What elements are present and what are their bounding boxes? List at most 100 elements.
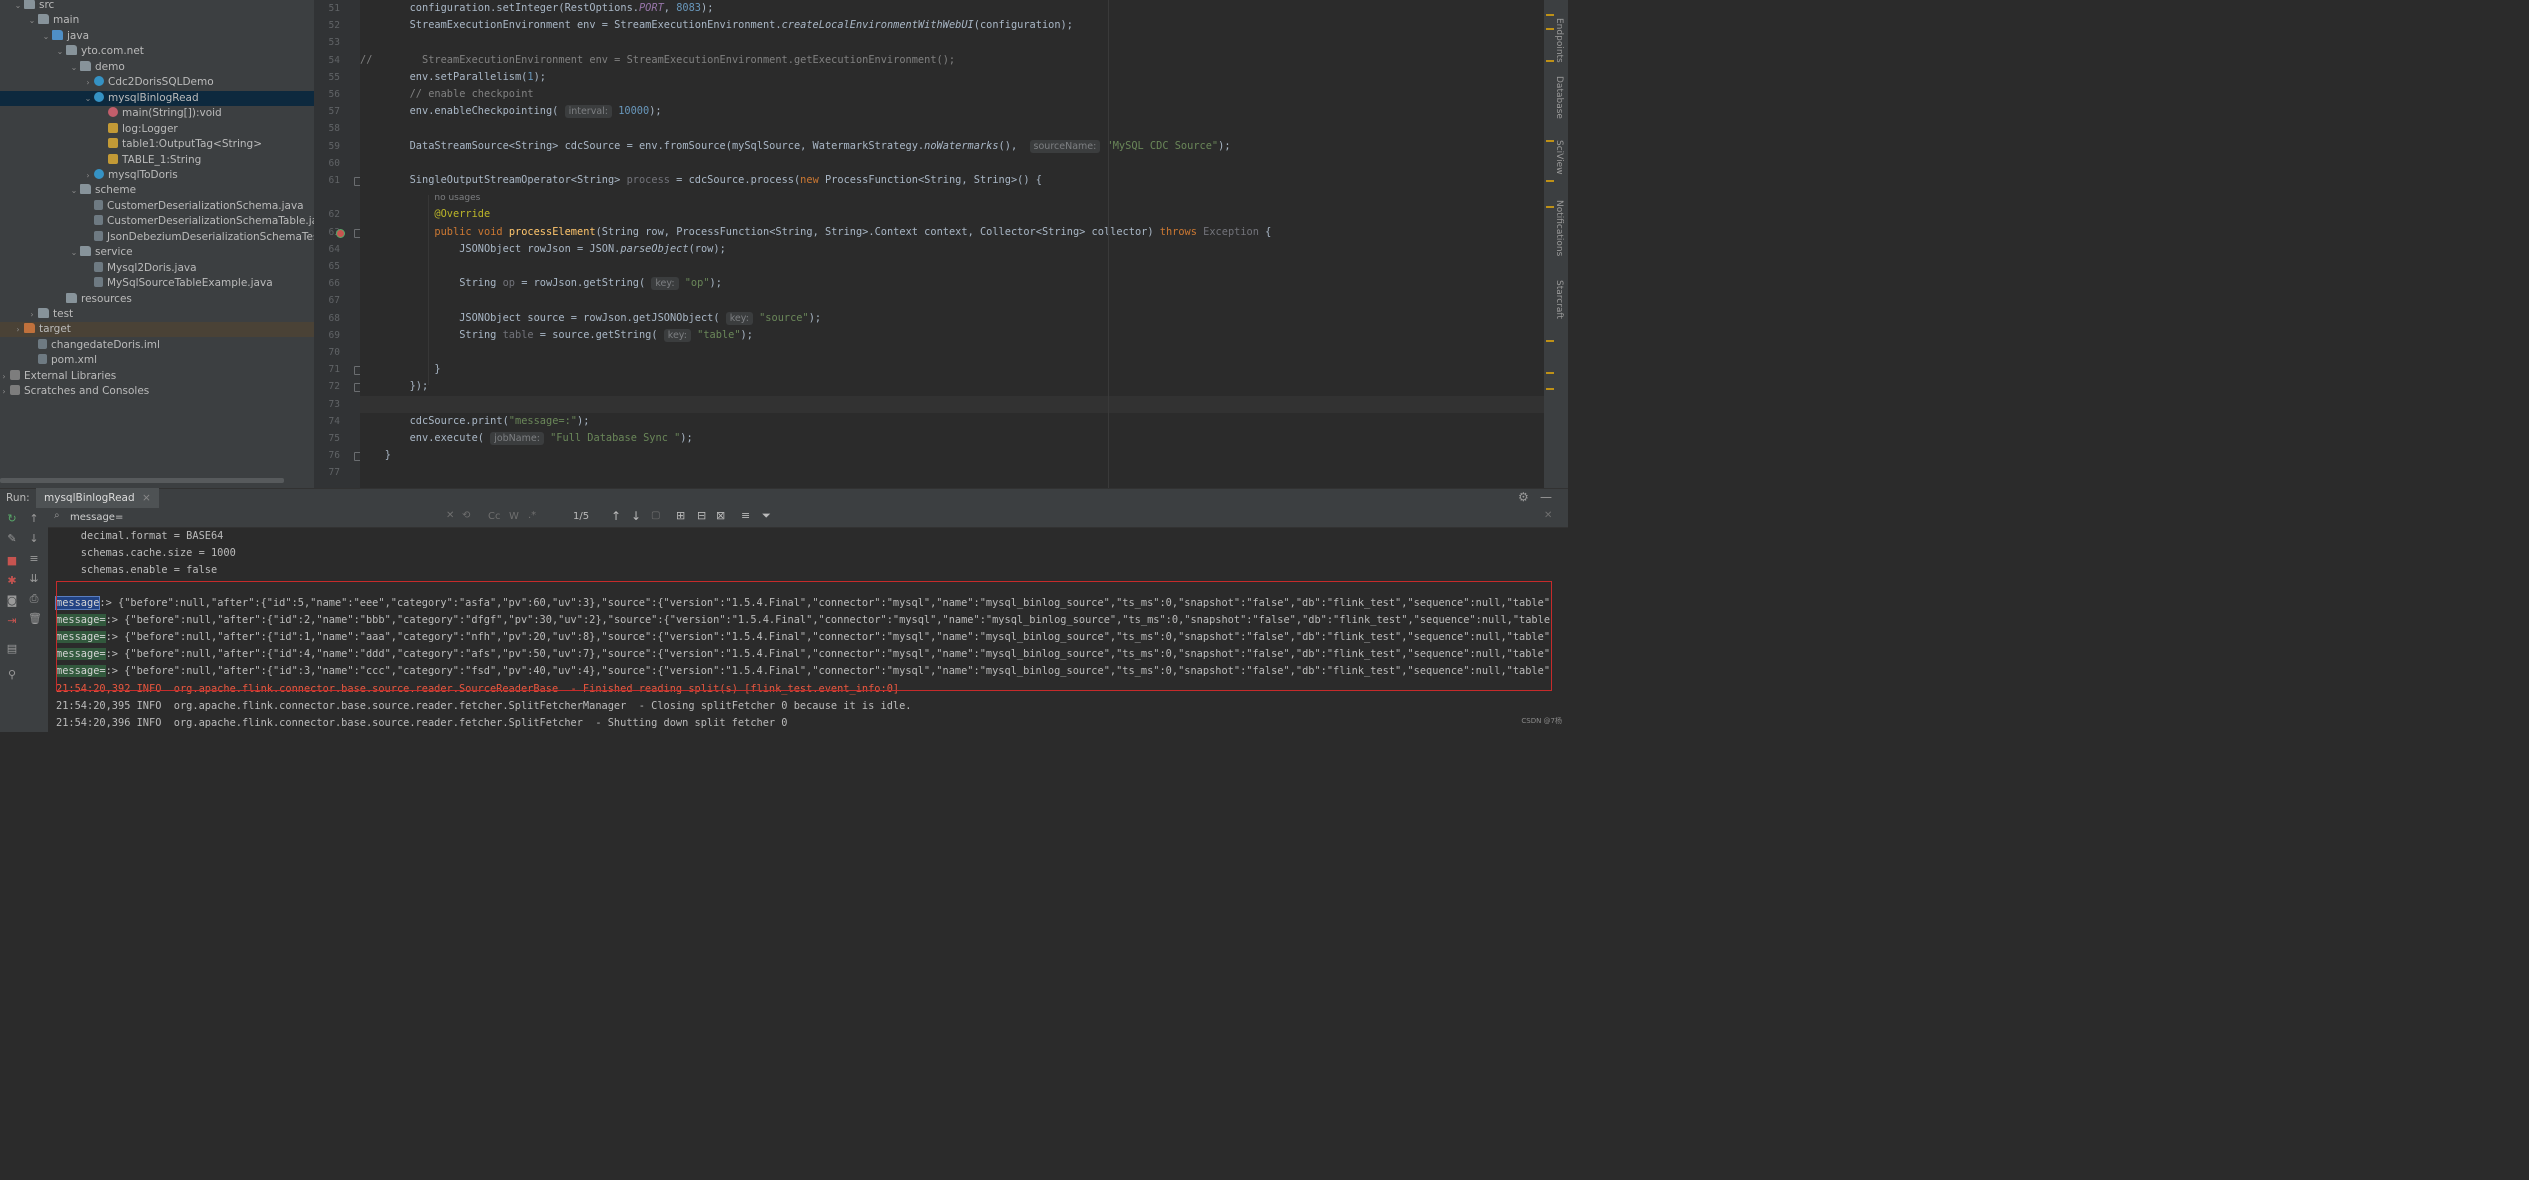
code-line[interactable]: DataStreamSource<String> cdcSource = env… xyxy=(360,138,1544,155)
tree-item[interactable]: TABLE_1:String xyxy=(0,153,314,168)
hide-panel-icon[interactable]: — xyxy=(1540,490,1552,504)
code-line[interactable]: SingleOutputStreamOperator<String> proce… xyxy=(360,172,1544,189)
chevron-down-icon[interactable]: ⌄ xyxy=(68,245,80,260)
debug-icon[interactable]: ✱ xyxy=(6,575,18,586)
code-line[interactable] xyxy=(360,292,1544,309)
pin-icon[interactable]: ⚲ xyxy=(6,669,18,680)
chevron-down-icon[interactable]: ⌄ xyxy=(26,13,38,28)
error-stripe-mark[interactable] xyxy=(1546,388,1554,390)
clear-search-icon[interactable]: ✕ xyxy=(446,510,454,521)
arrow-down-icon[interactable]: ↓ xyxy=(28,533,40,544)
code-line[interactable]: env.setParallelism(1); xyxy=(360,69,1544,86)
close-search-icon[interactable]: ✕ xyxy=(1544,510,1552,521)
project-tree[interactable]: ⌄ src ⌄ main ⌄ java ⌄ yto.com.net ⌄ demo › Cdc2Dori… xyxy=(0,0,314,488)
chevron-down-icon[interactable]: ⌄ xyxy=(68,60,80,75)
remove-selection-icon[interactable]: ⊟ xyxy=(697,509,706,522)
select-all-icon[interactable]: ▢ xyxy=(651,510,660,521)
history-icon[interactable]: ⟲ xyxy=(462,510,470,521)
tree-item[interactable]: changedateDoris.iml xyxy=(0,338,314,353)
horizontal-scrollbar[interactable] xyxy=(0,478,284,483)
scroll-to-end-icon[interactable]: ⇊ xyxy=(28,573,40,584)
chevron-down-icon[interactable]: ⌄ xyxy=(54,44,66,59)
filter-icon[interactable]: ⏷ xyxy=(762,509,771,523)
code-line[interactable] xyxy=(360,34,1544,51)
error-stripe-mark[interactable] xyxy=(1546,140,1554,142)
tree-item[interactable]: ⌄ mysqlBinlogRead xyxy=(0,90,314,106)
filter-options-icon[interactable]: ≡ xyxy=(741,509,750,522)
code-line[interactable] xyxy=(360,464,1544,481)
gear-icon[interactable]: ⚙ xyxy=(1518,490,1529,504)
add-selection-icon[interactable]: ⊞ xyxy=(676,509,685,522)
error-stripe-mark[interactable] xyxy=(1546,60,1554,62)
run-tab[interactable]: mysqlBinlogRead × xyxy=(36,488,159,508)
arrow-up-icon[interactable]: ↑ xyxy=(28,513,40,524)
tree-item[interactable]: › Cdc2DorisSQLDemo xyxy=(0,75,314,90)
tree-item[interactable]: ⌄ java xyxy=(0,29,314,44)
chevron-down-icon[interactable]: ⌄ xyxy=(68,183,80,198)
error-stripe-mark[interactable] xyxy=(1546,180,1554,182)
chevron-right-icon[interactable]: › xyxy=(0,384,10,399)
search-icon[interactable]: ⌕ xyxy=(54,510,60,521)
code-line[interactable]: String op = rowJson.getString( key: "op"… xyxy=(360,275,1544,292)
print-icon[interactable]: ⎙ xyxy=(28,593,40,604)
chevron-right-icon[interactable]: › xyxy=(26,307,38,322)
search-input[interactable]: message= xyxy=(70,509,470,526)
code-line[interactable]: } xyxy=(360,447,1544,464)
code-line[interactable]: @Override xyxy=(360,206,1544,223)
regex-toggle[interactable]: .* xyxy=(528,510,536,521)
select-all-occurrences-icon[interactable]: ⊠ xyxy=(716,509,725,522)
stop-icon[interactable]: ■ xyxy=(6,555,18,566)
code-line[interactable]: JSONObject source = rowJson.getJSONObjec… xyxy=(360,310,1544,327)
code-line[interactable]: public void processElement(String row, P… xyxy=(360,224,1544,241)
camera-icon[interactable]: ◙ xyxy=(6,595,18,606)
rerun-icon[interactable]: ↻ xyxy=(6,513,18,524)
error-stripe-mark[interactable] xyxy=(1546,206,1554,208)
soft-wrap-icon[interactable]: ≡ xyxy=(28,553,40,564)
tree-item[interactable]: › mysqlToDoris xyxy=(0,168,314,183)
code-line[interactable]: // StreamExecutionEnvironment env = Stre… xyxy=(360,52,1544,69)
tool-window-tab[interactable]: Starcraft xyxy=(1550,280,1564,319)
error-stripe-mark[interactable] xyxy=(1546,28,1554,30)
close-tab-icon[interactable]: × xyxy=(142,492,151,504)
code-line[interactable] xyxy=(360,120,1544,137)
code-line[interactable]: }); xyxy=(360,378,1544,395)
override-marker-icon[interactable] xyxy=(336,228,345,238)
tree-item[interactable]: Mysql2Doris.java xyxy=(0,261,314,276)
tree-item[interactable]: CustomerDeserializationSchema.java xyxy=(0,199,314,214)
chevron-down-icon[interactable]: ⌄ xyxy=(12,0,24,13)
code-line[interactable]: env.enableCheckpointing( interval: 10000… xyxy=(360,103,1544,120)
error-stripe-mark[interactable] xyxy=(1546,14,1554,16)
tree-item[interactable]: MySqlSourceTableExample.java xyxy=(0,276,314,291)
code-line[interactable]: JSONObject rowJson = JSON.parseObject(ro… xyxy=(360,241,1544,258)
tree-item[interactable]: JsonDebeziumDeserializationSchemaTest.ja xyxy=(0,230,314,245)
tree-item[interactable]: resources xyxy=(0,292,314,307)
code-line[interactable] xyxy=(360,155,1544,172)
tree-item[interactable]: ⌄ scheme xyxy=(0,183,314,198)
chevron-down-icon[interactable]: ⌄ xyxy=(82,91,94,106)
error-stripe-mark[interactable] xyxy=(1546,372,1554,374)
code-line[interactable]: String table = source.getString( key: "t… xyxy=(360,327,1544,344)
tool-window-tab[interactable]: SciView xyxy=(1550,140,1564,175)
tree-item[interactable]: table1:OutputTag<String> xyxy=(0,137,314,152)
error-stripe-mark[interactable] xyxy=(1546,340,1554,342)
code-line[interactable]: cdcSource.print("message=:"); xyxy=(360,413,1544,430)
chevron-right-icon[interactable]: › xyxy=(82,168,94,183)
tree-item[interactable]: ⌄ demo xyxy=(0,60,314,75)
tree-item[interactable]: ⌄ src xyxy=(0,0,314,13)
whole-words-toggle[interactable]: W xyxy=(509,511,519,522)
chevron-down-icon[interactable]: ⌄ xyxy=(40,29,52,44)
tree-item[interactable]: › Scratches and Consoles xyxy=(0,384,314,399)
code-line[interactable] xyxy=(360,395,1544,413)
tree-item[interactable]: › target xyxy=(0,322,314,338)
tree-item[interactable]: › test xyxy=(0,307,314,322)
chevron-right-icon[interactable]: › xyxy=(12,322,24,337)
match-case-toggle[interactable]: Cc xyxy=(488,511,500,522)
code-editor[interactable]: configuration.setInteger(RestOptions.POR… xyxy=(360,0,1544,488)
tree-item[interactable]: CustomerDeserializationSchemaTable.java xyxy=(0,214,314,229)
chevron-right-icon[interactable]: › xyxy=(0,369,10,384)
code-line[interactable]: no usages xyxy=(360,189,1544,206)
tree-item[interactable]: ⌄ main xyxy=(0,13,314,28)
code-line[interactable]: configuration.setInteger(RestOptions.POR… xyxy=(360,0,1544,17)
tool-window-tab[interactable]: Database xyxy=(1550,76,1564,119)
tree-item[interactable]: log:Logger xyxy=(0,122,314,137)
